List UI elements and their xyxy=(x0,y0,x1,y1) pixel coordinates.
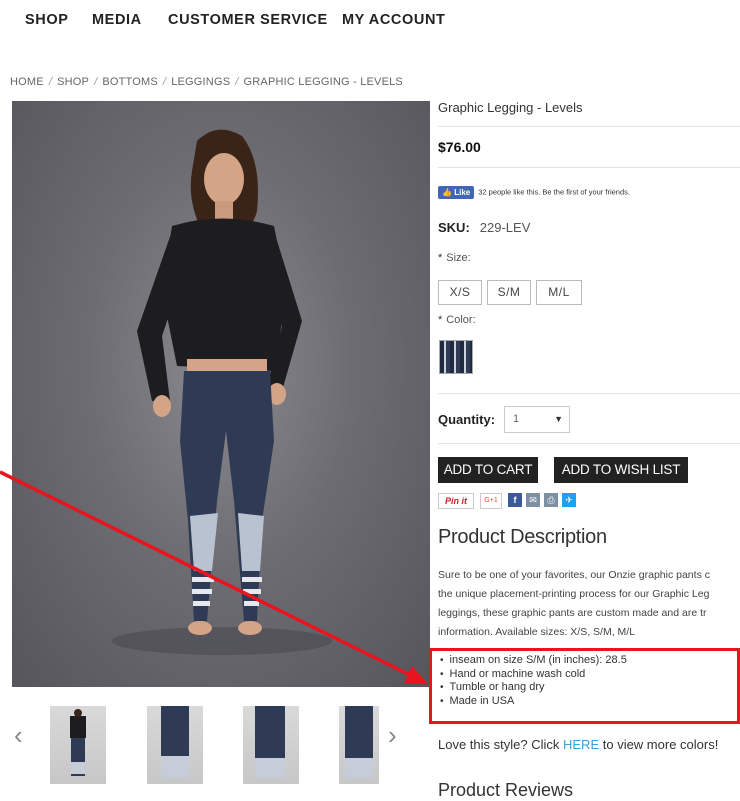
more-colors-suffix: to view more colors! xyxy=(599,737,719,752)
product-reviews-title: Product Reviews xyxy=(438,780,574,800)
more-colors-prefix: Love this style? Click xyxy=(438,737,563,752)
more-colors-link[interactable]: HERE xyxy=(563,737,599,752)
annotation-arrow xyxy=(0,470,428,684)
more-colors-text: Love this style? Click HERE to view more… xyxy=(438,737,718,752)
